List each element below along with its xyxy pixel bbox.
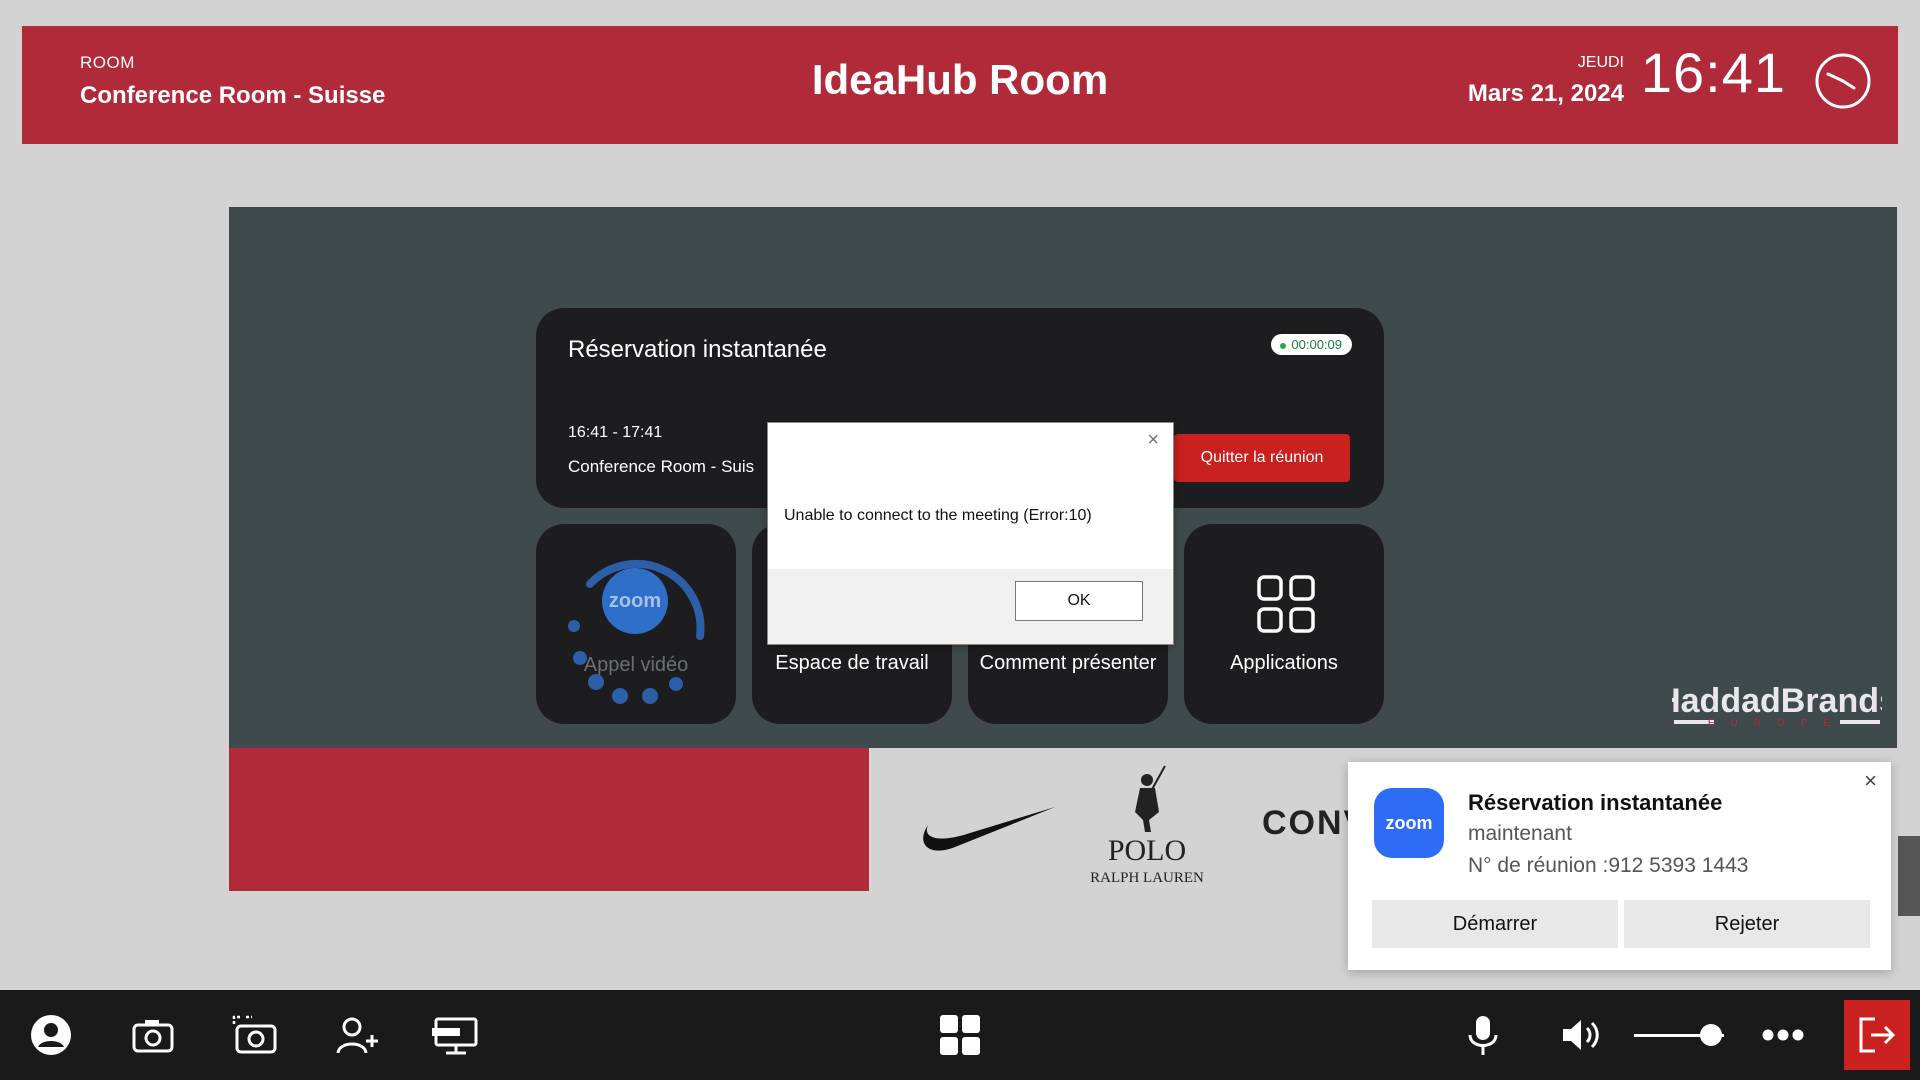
dialog-message: Unable to connect to the meeting (Error:… bbox=[784, 507, 1092, 524]
camera-button[interactable] bbox=[128, 1010, 178, 1060]
meeting-time-range: 16:41 - 17:41 bbox=[568, 424, 663, 441]
apps-menu-button[interactable] bbox=[935, 1010, 985, 1060]
tile-applications-label: Applications bbox=[1230, 652, 1338, 674]
tile-how-to-present-label: Comment présenter bbox=[979, 652, 1157, 674]
user-icon bbox=[31, 1015, 71, 1055]
zoom-app-icon: zoom bbox=[1374, 788, 1444, 858]
clock-icon bbox=[1815, 53, 1871, 109]
notification-close-icon[interactable]: × bbox=[1864, 768, 1877, 794]
svg-text:HaddadBrands: HaddadBrands bbox=[1672, 682, 1882, 720]
screenshot-camera-icon bbox=[232, 1015, 277, 1054]
meeting-notification: zoom Réservation instantanée maintenant … bbox=[1348, 762, 1891, 970]
dialog-ok-button[interactable]: OK bbox=[1015, 581, 1143, 621]
leave-meeting-button[interactable]: Quitter la réunion bbox=[1174, 434, 1350, 482]
camera-icon bbox=[132, 1020, 174, 1053]
volume-slider-knob[interactable] bbox=[1699, 1024, 1722, 1046]
screenshot-button[interactable] bbox=[230, 1010, 280, 1060]
applications-grid-icon bbox=[1257, 575, 1315, 633]
red-wall-panel bbox=[229, 748, 869, 891]
nike-swoosh-icon bbox=[923, 807, 1055, 851]
meeting-title: Réservation instantanée bbox=[568, 336, 827, 363]
user-button[interactable] bbox=[26, 1010, 76, 1060]
more-options-button[interactable] bbox=[1758, 1010, 1808, 1060]
meeting-room-name: Conference Room - Suis bbox=[568, 457, 755, 476]
notification-title: Réservation instantanée bbox=[1468, 790, 1723, 815]
reject-meeting-button[interactable]: Rejeter bbox=[1624, 900, 1870, 948]
error-dialog: × Unable to connect to the meeting (Erro… bbox=[767, 422, 1174, 645]
hdmi-icon bbox=[432, 1017, 478, 1055]
hdmi-input-button[interactable] bbox=[430, 1010, 480, 1060]
volume-button[interactable] bbox=[1556, 1010, 1606, 1060]
apps-grid-icon bbox=[940, 1015, 980, 1055]
svg-text:EUROPE: EUROPE bbox=[1708, 718, 1846, 729]
tile-applications[interactable]: Applications bbox=[1184, 524, 1384, 724]
microphone-button[interactable] bbox=[1458, 1010, 1508, 1060]
room-header: ROOM Conference Room - Suisse IdeaHub Ro… bbox=[22, 26, 1898, 144]
exit-icon bbox=[1859, 1017, 1896, 1053]
tile-workspace-label: Espace de travail bbox=[775, 652, 929, 674]
meeting-timer-badge: 00:00:09 bbox=[1271, 334, 1352, 355]
zoom-logo-icon: zoom bbox=[602, 568, 668, 634]
date-label: Mars 21, 2024 bbox=[1467, 80, 1624, 107]
side-panel-handle[interactable] bbox=[1898, 836, 1920, 916]
tile-video-call-label: Appel vidéo bbox=[583, 654, 689, 676]
microphone-icon bbox=[1468, 1016, 1498, 1055]
add-participant-button[interactable] bbox=[332, 1010, 382, 1060]
meeting-timer: 00:00:09 bbox=[1291, 337, 1342, 352]
tile-video-call[interactable]: zoom Appel vidéo bbox=[536, 524, 736, 724]
notification-time: maintenant bbox=[1468, 822, 1572, 845]
time-label: 16:41 bbox=[1640, 41, 1786, 104]
svg-text:RALPH LAUREN: RALPH LAUREN bbox=[1090, 870, 1204, 886]
dialog-footer: OK bbox=[768, 569, 1173, 644]
day-label: JEUDI bbox=[1577, 54, 1624, 71]
haddad-brands-logo: HaddadBrands EUROPE bbox=[1672, 682, 1882, 729]
bottom-taskbar bbox=[0, 990, 1920, 1080]
start-meeting-button[interactable]: Démarrer bbox=[1372, 900, 1618, 948]
more-icon bbox=[1762, 1029, 1804, 1041]
volume-icon bbox=[1563, 1020, 1599, 1050]
svg-text:POLO: POLO bbox=[1108, 834, 1186, 867]
dialog-close-icon[interactable]: × bbox=[1147, 429, 1159, 452]
add-user-icon bbox=[336, 1017, 378, 1054]
polo-ralph-lauren-logo: POLO RALPH LAUREN bbox=[1090, 765, 1204, 886]
recording-dot-icon bbox=[1280, 343, 1287, 349]
exit-button[interactable] bbox=[1844, 1000, 1910, 1070]
notification-meeting-number: N° de réunion :912 5393 1443 bbox=[1468, 854, 1749, 877]
